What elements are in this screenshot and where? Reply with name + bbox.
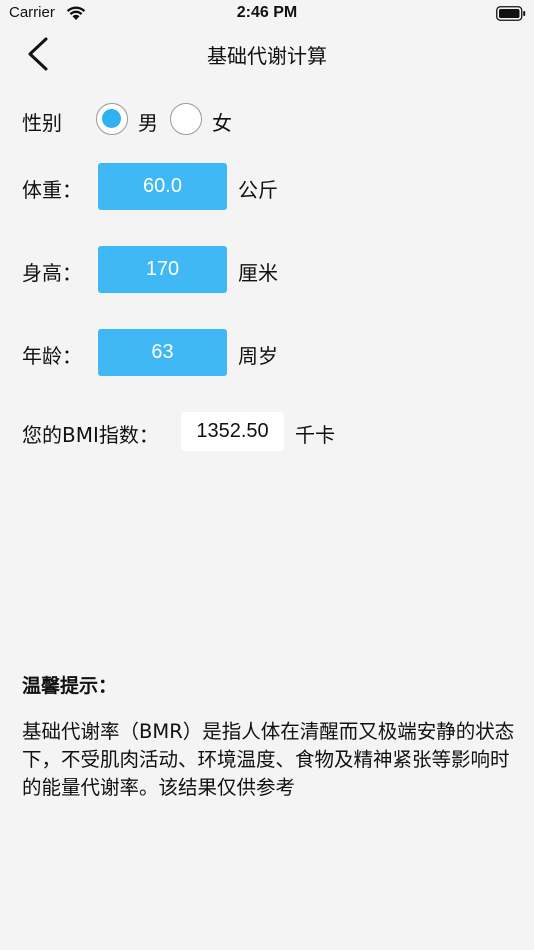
age-label: 年龄： [22, 344, 82, 368]
result-label: 您的BMI指数： [22, 423, 159, 447]
age-unit: 周岁 [238, 344, 278, 368]
gender-female-label[interactable]: 女 [212, 107, 232, 136]
result-unit: 千卡 [295, 423, 335, 447]
age-input[interactable]: 63 [98, 329, 227, 376]
weight-unit: 公斤 [238, 178, 278, 202]
bmr-calculator-screen: Carrier 2:46 PM 基础代谢计算 性别 男 女 体重： 60.0 公… [0, 0, 534, 950]
gender-female-radio[interactable] [170, 103, 202, 135]
status-bar: Carrier 2:46 PM [0, 0, 534, 28]
tip-title: 温馨提示： [22, 675, 118, 697]
gender-label: 性别 [22, 111, 62, 135]
height-unit: 厘米 [238, 261, 278, 285]
weight-label: 体重： [22, 178, 82, 202]
weight-input[interactable]: 60.0 [98, 163, 227, 210]
battery-icon [496, 6, 526, 21]
gender-male-label[interactable]: 男 [138, 107, 158, 136]
height-input[interactable]: 170 [98, 246, 227, 293]
gender-male-radio[interactable] [96, 103, 128, 135]
result-value: 1352.50 [181, 412, 284, 451]
status-time: 2:46 PM [236, 4, 298, 21]
tip-body: 基础代谢率（BMR）是指人体在清醒而又极端安静的状态下，不受肌肉活动、环境温度、… [22, 720, 515, 799]
height-label: 身高： [22, 261, 82, 285]
page-title: 基础代谢计算 [207, 44, 327, 68]
